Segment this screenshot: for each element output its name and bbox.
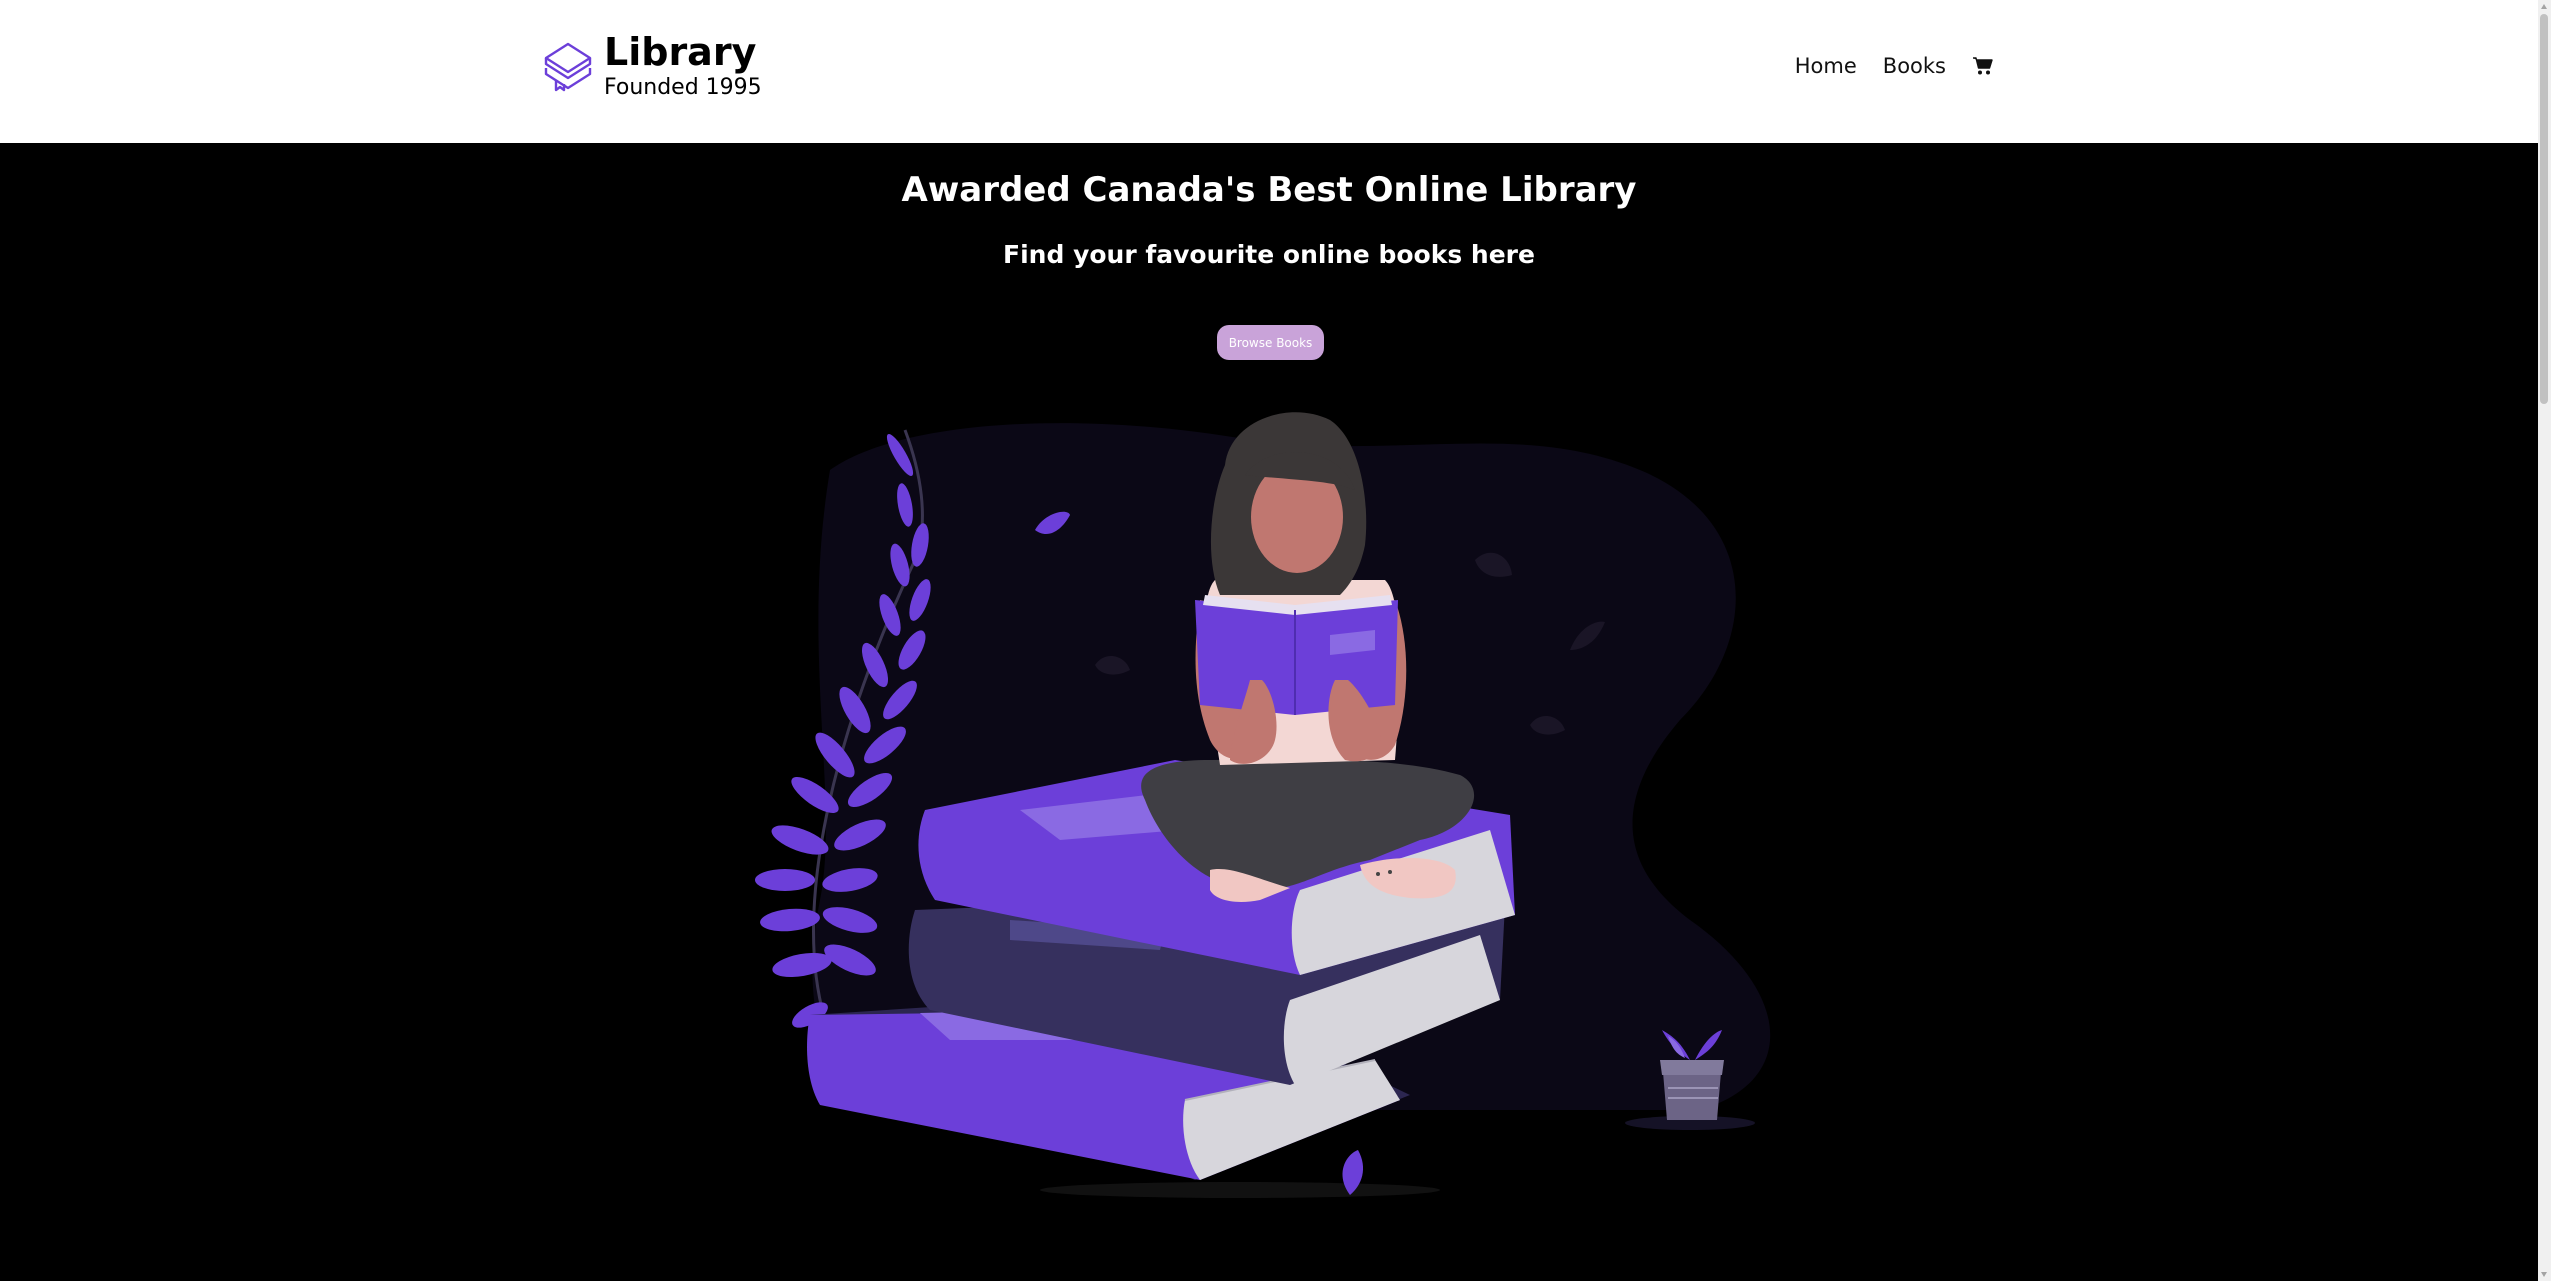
scroll-down-arrow-icon[interactable] xyxy=(2541,1272,2547,1277)
browse-books-button[interactable]: Browse Books xyxy=(1217,325,1324,360)
page-scrollbar[interactable] xyxy=(2538,0,2551,1281)
scroll-up-arrow-icon[interactable] xyxy=(2541,4,2547,9)
hero-title: Awarded Canada's Best Online Library xyxy=(901,170,1637,210)
nav-links: Home Books xyxy=(1769,54,1994,78)
brand[interactable]: Library Founded 1995 xyxy=(540,33,762,99)
stacked-books-icon xyxy=(540,34,604,98)
brand-subtitle: Founded 1995 xyxy=(604,75,762,100)
nav-link-home[interactable]: Home xyxy=(1795,54,1857,78)
nav-link-books[interactable]: Books xyxy=(1883,54,1946,78)
reading-woman-illustration xyxy=(755,412,1771,1198)
header: Library Founded 1995 Home Books xyxy=(0,0,2538,143)
shopping-cart-icon[interactable] xyxy=(1972,56,1994,76)
hero-subtitle: Find your favourite online books here xyxy=(1003,240,1535,269)
scrollbar-thumb[interactable] xyxy=(2540,14,2548,404)
brand-title: Library xyxy=(604,30,757,74)
